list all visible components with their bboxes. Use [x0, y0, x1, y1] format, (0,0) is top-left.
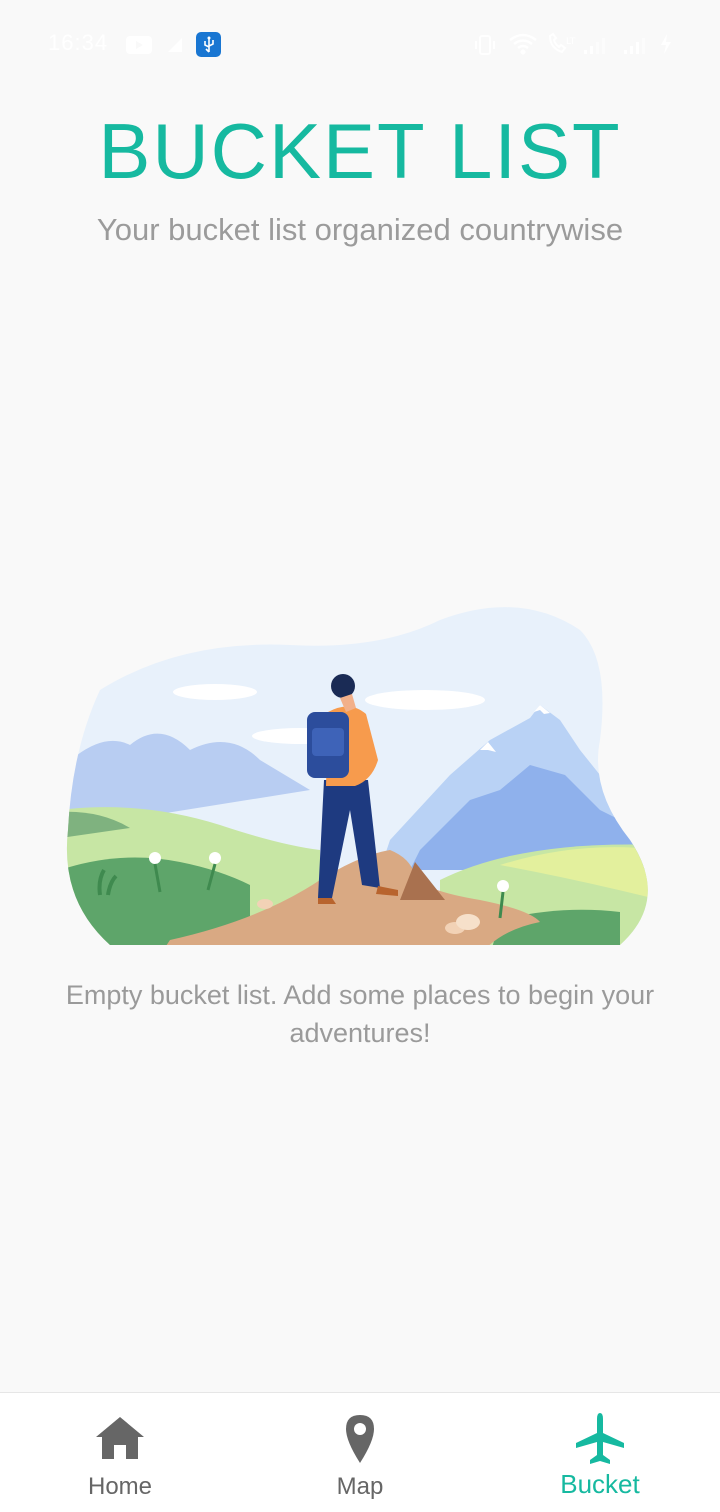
- hiker-illustration: [60, 600, 660, 955]
- map-pin-icon: [332, 1411, 388, 1467]
- page-title: BUCKET LIST: [98, 107, 622, 195]
- status-bar: 16:34 LTE: [0, 0, 720, 88]
- usb-icon: [196, 32, 221, 57]
- nav-label-bucket: Bucket: [560, 1469, 640, 1499]
- wifi-icon: [508, 32, 538, 56]
- bucket-list-screen: 16:34 LTE BUCKET LIST Your bucket l: [0, 0, 720, 1512]
- empty-state-message: Empty bucket list. Add some places to be…: [65, 980, 655, 1048]
- video-icon: [126, 36, 152, 54]
- status-time: 16:34: [48, 30, 109, 55]
- svg-text:LTE: LTE: [566, 37, 576, 47]
- page-subtitle: Your bucket list organized countrywise: [96, 212, 624, 247]
- nav-label-home: Home: [87, 1473, 153, 1500]
- charging-icon: [660, 34, 672, 54]
- nav-item-bucket[interactable]: Bucket: [480, 1393, 720, 1512]
- bottom-navigation: Home Map Bucket: [0, 1392, 720, 1512]
- arrow-icon: [168, 38, 182, 52]
- nav-item-home[interactable]: Home: [0, 1393, 240, 1512]
- home-icon: [92, 1411, 148, 1467]
- vibrate-icon: [474, 34, 496, 56]
- call-icon: LTE: [546, 32, 576, 56]
- signal-icon: [584, 36, 608, 54]
- signal-icon-2: [624, 36, 648, 54]
- nav-item-map[interactable]: Map: [240, 1393, 480, 1512]
- airplane-icon: [572, 1411, 628, 1467]
- nav-label-map: Map: [336, 1473, 384, 1500]
